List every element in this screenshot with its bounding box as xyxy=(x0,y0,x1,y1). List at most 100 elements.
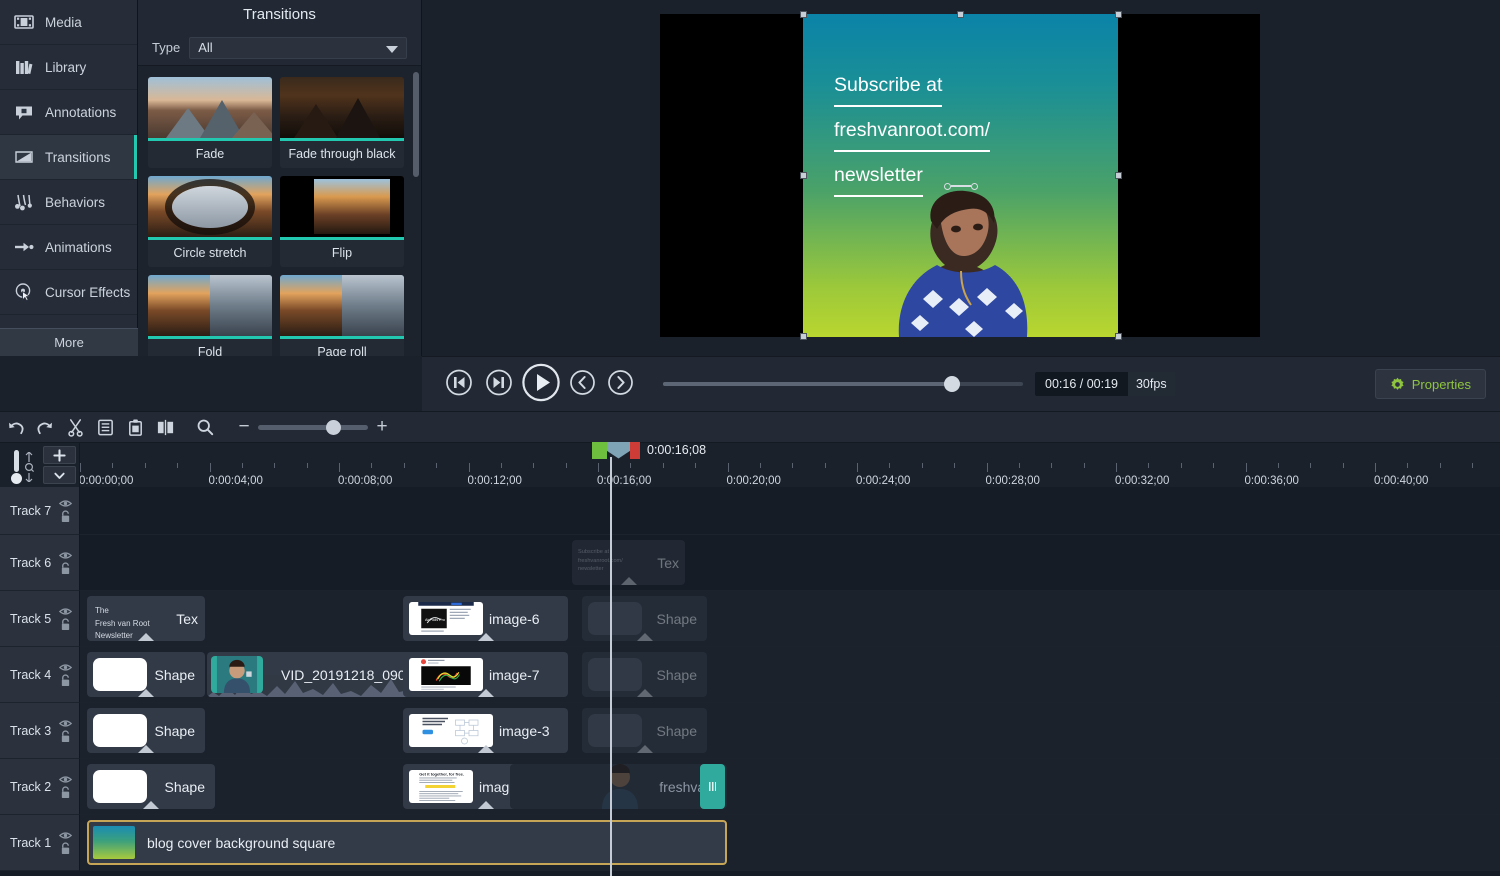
clip-text-subscribe[interactable]: Subscribe at freshvanroot.com/ newslette… xyxy=(572,540,685,585)
track-lane[interactable] xyxy=(80,487,1500,535)
clip-expand-triangle[interactable] xyxy=(636,633,653,641)
sidebar-item-cursor-effects[interactable]: Cursor Effects xyxy=(0,270,137,315)
zoom-icon[interactable] xyxy=(190,411,220,443)
track-header[interactable]: Track 7 xyxy=(0,487,80,535)
clip-image-6[interactable]: AirPods Pro image-6 xyxy=(403,596,568,641)
transition-card-page-roll[interactable]: Page roll xyxy=(280,275,404,356)
eye-icon[interactable] xyxy=(59,551,72,560)
eye-icon[interactable] xyxy=(59,831,72,840)
clip-image-7[interactable]: image-7 xyxy=(403,652,568,697)
track-header[interactable]: Track 5 xyxy=(0,591,80,647)
eye-icon[interactable] xyxy=(59,607,72,616)
sidebar-item-animations[interactable]: Animations xyxy=(0,225,137,270)
track-header[interactable]: Track 4 xyxy=(0,647,80,703)
clip-shape-t5[interactable]: Shape xyxy=(582,596,707,641)
selection-handle-ml[interactable] xyxy=(800,172,807,179)
clip-image-3[interactable]: image-3 xyxy=(403,708,568,753)
selection-handle-tc[interactable] xyxy=(957,11,964,18)
clip-expand-triangle[interactable] xyxy=(138,745,154,753)
track-lane[interactable]: Shape VID_20191218_09020 image-7 Shape xyxy=(80,647,1500,703)
transition-card-fold[interactable]: Fold xyxy=(148,275,272,356)
clip-blog-cover-background-square[interactable]: blog cover background square xyxy=(87,820,727,865)
selection-handle-mr[interactable] xyxy=(1115,172,1122,179)
paste-icon[interactable] xyxy=(120,411,150,443)
selection-handle-bl[interactable] xyxy=(800,333,807,340)
playhead-out-marker[interactable] xyxy=(630,441,640,459)
eye-icon[interactable] xyxy=(59,663,72,672)
clip-shape-t2[interactable]: Shape xyxy=(87,764,215,809)
previous-clip-button[interactable] xyxy=(570,370,595,398)
eye-icon[interactable] xyxy=(59,499,72,508)
playhead-badge[interactable]: 0:00:16;08 xyxy=(592,440,706,460)
lock-icon[interactable] xyxy=(60,841,71,855)
track-lane[interactable]: blog cover background square xyxy=(80,815,1500,871)
preview-canvas[interactable]: Subscribe at freshvanroot.com/ newslette… xyxy=(660,11,1260,340)
timeline-ruler[interactable]: 0:00:00;00 0:00:04;00 0:00:08;00 0:00:12;00… xyxy=(80,443,1500,487)
eye-icon[interactable] xyxy=(59,775,72,784)
sidebar-item-media[interactable]: Media xyxy=(0,0,137,45)
transition-card-fade[interactable]: Fade xyxy=(148,77,272,168)
clip-expand-triangle[interactable] xyxy=(477,689,494,697)
lock-icon[interactable] xyxy=(60,509,71,523)
transition-card-circle-stretch[interactable]: Circle stretch xyxy=(148,176,272,267)
clip-expand-triangle[interactable] xyxy=(636,745,653,753)
track-header[interactable]: Track 3 xyxy=(0,703,80,759)
transition-card-flip[interactable]: Flip xyxy=(280,176,404,267)
add-track-button[interactable] xyxy=(43,446,76,464)
sidebar-item-behaviors[interactable]: Behaviors xyxy=(0,180,137,225)
clip-video-freshvan[interactable]: freshvan xyxy=(510,764,727,809)
sidebar-item-annotations[interactable]: Annotations xyxy=(0,90,137,135)
clip-shape-t4b[interactable]: Shape xyxy=(582,652,707,697)
next-frame-button[interactable] xyxy=(486,369,512,399)
clip-shape-t4[interactable]: Shape xyxy=(87,652,205,697)
clip-expand-triangle[interactable] xyxy=(620,577,637,585)
lock-icon[interactable] xyxy=(60,617,71,631)
lock-icon[interactable] xyxy=(60,673,71,687)
undo-icon[interactable] xyxy=(0,411,30,443)
preview-scrubber-knob[interactable] xyxy=(944,376,960,392)
split-icon[interactable] xyxy=(150,411,180,443)
track-header[interactable]: Track 2 xyxy=(0,759,80,815)
lock-icon[interactable] xyxy=(60,785,71,799)
clip-expand-triangle[interactable] xyxy=(138,633,154,641)
copy-icon[interactable] xyxy=(90,411,120,443)
track-menu-button[interactable] xyxy=(43,466,76,484)
transition-marker-3[interactable] xyxy=(700,764,725,809)
redo-icon[interactable] xyxy=(30,411,60,443)
rotation-handle[interactable] xyxy=(943,182,978,190)
timeline-zoom-knob[interactable] xyxy=(326,419,341,435)
sidebar-more-button[interactable]: More xyxy=(0,328,138,356)
clip-expand-triangle[interactable] xyxy=(143,801,159,809)
sidebar-item-transitions[interactable]: Transitions xyxy=(0,135,137,180)
timeline-zoom-slider[interactable] xyxy=(258,419,368,435)
track-header[interactable]: Track 6 xyxy=(0,535,80,591)
clip-shape-t3[interactable]: Shape xyxy=(87,708,205,753)
transition-card-fade-through-black[interactable]: Fade through black xyxy=(280,77,404,168)
selection-handle-tl[interactable] xyxy=(800,11,807,18)
track-lane[interactable]: Shape Get it together, for free. image-5… xyxy=(80,759,1500,815)
previous-frame-button[interactable] xyxy=(446,369,472,399)
properties-button[interactable]: Properties xyxy=(1374,369,1486,399)
track-lane[interactable]: Shape image-3 Shape xyxy=(80,703,1500,759)
type-dropdown[interactable]: All xyxy=(189,36,407,59)
clip-expand-triangle[interactable] xyxy=(477,633,494,641)
play-button[interactable] xyxy=(522,363,560,405)
selection-handle-tr[interactable] xyxy=(1115,11,1122,18)
clip-expand-triangle[interactable] xyxy=(477,745,494,753)
clip-transition-in[interactable] xyxy=(211,656,263,693)
preview-scrubber-track[interactable] xyxy=(663,376,1023,392)
playhead-handle[interactable] xyxy=(607,441,630,459)
track-lane[interactable]: Subscribe at freshvanroot.com/ newslette… xyxy=(80,535,1500,591)
zoom-out-button[interactable]: − xyxy=(230,411,258,443)
clip-shape-t3b[interactable]: Shape xyxy=(582,708,707,753)
eye-icon[interactable] xyxy=(59,719,72,728)
cut-icon[interactable] xyxy=(60,411,90,443)
clip-expand-triangle[interactable] xyxy=(636,689,653,697)
panel-scrollbar[interactable] xyxy=(413,72,419,177)
video-frame[interactable]: Subscribe at freshvanroot.com/ newslette… xyxy=(803,14,1118,337)
clip-text-newsletter[interactable]: The Fresh van Root Newsletter Tex xyxy=(87,596,205,641)
selection-handle-br[interactable] xyxy=(1115,333,1122,340)
track-lane[interactable]: The Fresh van Root Newsletter Tex AirPod… xyxy=(80,591,1500,647)
track-header[interactable]: Track 1 xyxy=(0,815,80,871)
lock-icon[interactable] xyxy=(60,561,71,575)
